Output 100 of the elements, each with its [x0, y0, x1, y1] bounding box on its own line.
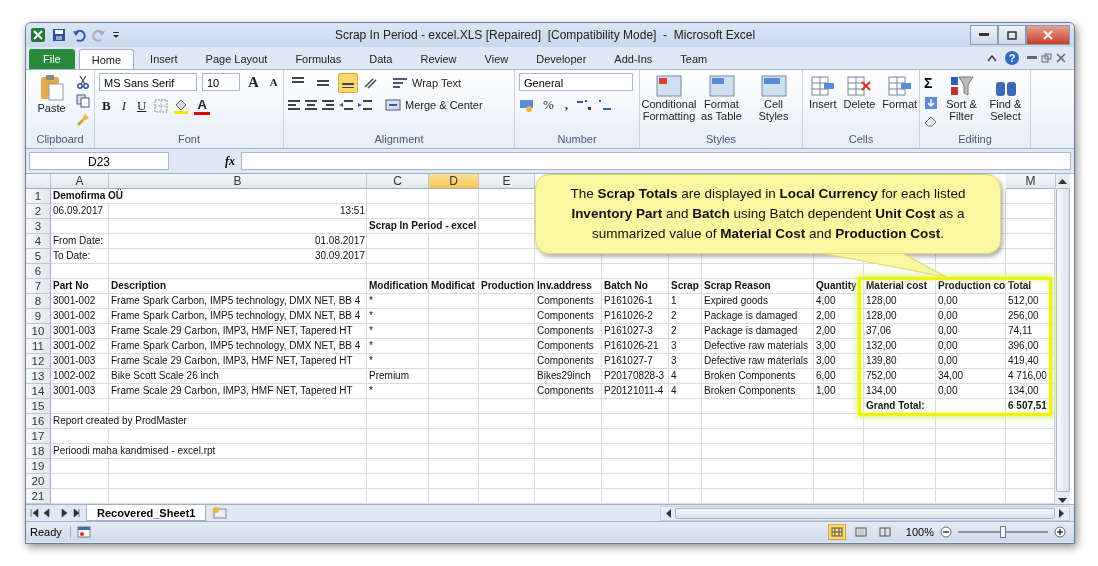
grow-font-button[interactable]: A	[245, 73, 262, 91]
bold-button[interactable]: B	[99, 98, 114, 114]
help-icon[interactable]: ?	[1005, 51, 1019, 65]
restore-button[interactable]	[998, 25, 1026, 45]
insert-function-button[interactable]: fx	[175, 153, 235, 169]
row-header[interactable]: 13	[26, 369, 51, 384]
restore-icon[interactable]	[1007, 30, 1017, 40]
minimize-button[interactable]	[970, 25, 998, 45]
merge-icon[interactable]	[385, 99, 401, 111]
macro-record-icon[interactable]	[76, 526, 91, 538]
merge-center-button[interactable]: Merge & Center	[383, 99, 485, 111]
excel-logo-icon[interactable]	[30, 27, 46, 43]
column-header[interactable]: E	[479, 174, 535, 189]
row-header[interactable]: 15	[26, 399, 51, 414]
cells-button[interactable]: Insert	[807, 73, 839, 111]
cells-button[interactable]: Delete	[841, 73, 878, 111]
row-header[interactable]: 14	[26, 384, 51, 399]
align-right-icon[interactable]	[322, 99, 334, 111]
grid-icon[interactable]	[809, 74, 836, 98]
fill-color-icon[interactable]	[173, 98, 190, 114]
close-button[interactable]	[1026, 25, 1070, 45]
row-header[interactable]: 19	[26, 459, 51, 474]
row-header[interactable]: 16	[26, 414, 51, 429]
funnel-icon[interactable]	[948, 74, 975, 98]
collapse-ribbon-icon[interactable]	[987, 54, 997, 62]
row-header[interactable]: 8	[26, 294, 51, 309]
ribbon-tab[interactable]: View	[472, 49, 521, 69]
ribbon-tab[interactable]: File	[29, 49, 75, 69]
sheet-navigation-icon[interactable]	[30, 508, 80, 518]
ribbon-tab[interactable]: Home	[78, 49, 135, 69]
ribbon-tab[interactable]: Data	[357, 49, 405, 69]
minimize-icon[interactable]	[979, 33, 989, 37]
formula-field[interactable]	[241, 152, 1071, 170]
row-header[interactable]: 21	[26, 489, 51, 504]
editing-button[interactable]: Find & Select	[985, 73, 1026, 123]
orientation-icon[interactable]	[363, 77, 379, 89]
ribbon-tab[interactable]: Insert	[138, 49, 190, 69]
editing-button[interactable]: Sort & Filter	[941, 73, 982, 123]
row-header[interactable]: 5	[26, 249, 51, 264]
comma-button[interactable]: ,	[561, 97, 572, 113]
grid-icon[interactable]	[886, 74, 913, 98]
ribbon-tab[interactable]: Team	[668, 49, 720, 69]
row-header[interactable]: 6	[26, 264, 51, 279]
zoom-level[interactable]: 100%	[905, 526, 934, 538]
decrease-indent-icon[interactable]	[339, 99, 353, 111]
clipboard-icon[interactable]	[38, 74, 65, 102]
ribbon-tab[interactable]: Formulas	[283, 49, 354, 69]
increase-decimal-icon[interactable]	[576, 98, 593, 112]
table-style-icon[interactable]	[759, 74, 788, 98]
ribbon-tab[interactable]: Review	[408, 49, 469, 69]
grid-icon[interactable]	[846, 74, 873, 98]
column-header[interactable]: B	[109, 174, 367, 189]
eraser-icon[interactable]	[924, 115, 938, 127]
italic-button[interactable]: I	[118, 98, 129, 114]
zoom-out-icon[interactable]	[940, 526, 952, 538]
column-header[interactable]: C	[367, 174, 429, 189]
font-name-field[interactable]: MS Sans Serif	[99, 73, 197, 91]
style-button[interactable]: Conditional Formatting	[644, 73, 694, 123]
number-format-field[interactable]: General	[519, 73, 633, 91]
shrink-font-button[interactable]: A	[266, 76, 281, 88]
row-header[interactable]: 12	[26, 354, 51, 369]
percent-button[interactable]: %	[540, 97, 557, 113]
copy-icon[interactable]	[76, 94, 90, 108]
column-header[interactable]: D	[429, 174, 479, 189]
row-header[interactable]: 11	[26, 339, 51, 354]
scroll-thumb[interactable]	[675, 507, 1055, 519]
name-box[interactable]: D23	[29, 152, 169, 170]
align-button[interactable]	[338, 73, 358, 93]
sheet-tab[interactable]: Recovered_Sheet1	[86, 505, 207, 521]
ribbon-tab[interactable]: Add-Ins	[602, 49, 665, 69]
decrease-decimal-icon[interactable]	[597, 98, 614, 112]
horizontal-scrollbar[interactable]	[660, 505, 1070, 521]
row-header[interactable]: 4	[26, 234, 51, 249]
minimize-icon[interactable]	[1027, 56, 1037, 60]
currency-icon[interactable]	[519, 98, 535, 112]
row-header[interactable]: 17	[26, 429, 51, 444]
scroll-up-icon[interactable]	[1058, 178, 1067, 184]
zoom-thumb[interactable]	[1000, 526, 1006, 538]
ribbon-tab[interactable]: Page Layout	[193, 49, 280, 69]
align-center-icon[interactable]	[305, 99, 317, 111]
row-header[interactable]: 2	[26, 204, 51, 219]
font-color-button[interactable]: A	[194, 97, 210, 115]
align-left-icon[interactable]	[288, 99, 300, 111]
save-icon[interactable]	[52, 28, 66, 42]
column-header[interactable]: A	[51, 174, 109, 189]
row-header[interactable]: 18	[26, 444, 51, 459]
underline-button[interactable]: U	[134, 98, 150, 114]
increase-indent-icon[interactable]	[358, 99, 372, 111]
scroll-right-icon[interactable]	[1059, 508, 1065, 518]
style-button[interactable]: Format as Table	[697, 73, 746, 123]
wrap-text-icon[interactable]	[392, 77, 408, 89]
row-header[interactable]: 1	[26, 189, 51, 204]
ribbon-tab[interactable]: Developer	[524, 49, 599, 69]
close-icon[interactable]	[1056, 53, 1066, 63]
undo-icon[interactable]	[72, 28, 86, 42]
cells-button[interactable]: Format	[880, 73, 920, 111]
row-header[interactable]: 3	[26, 219, 51, 234]
fill-icon[interactable]	[924, 96, 938, 110]
table-style-icon[interactable]	[655, 74, 683, 98]
autosum-button[interactable]: Σ	[924, 75, 938, 91]
